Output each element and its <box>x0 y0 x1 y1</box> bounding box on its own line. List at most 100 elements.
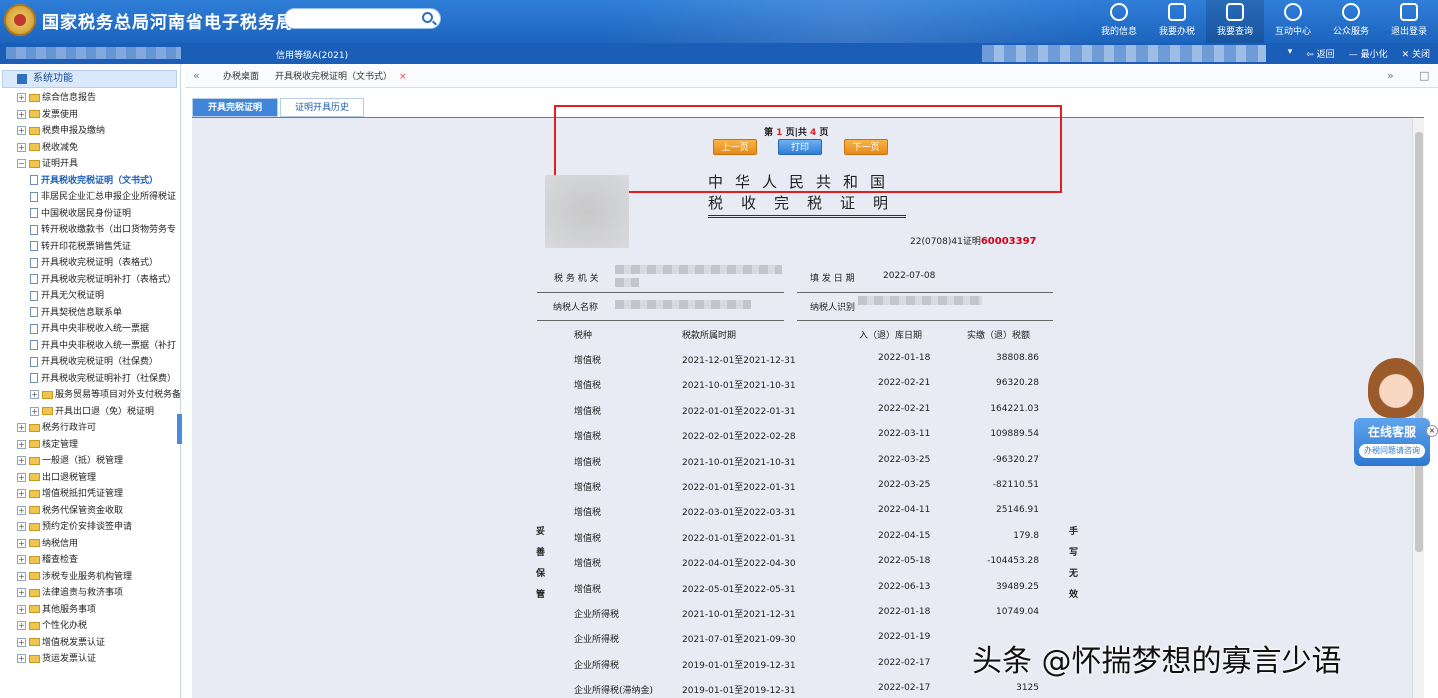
nav-interaction[interactable]: 互动中心 <box>1264 0 1322 43</box>
expand-icon[interactable]: + <box>17 522 26 531</box>
tree-item-folder[interactable]: + 税费申报及缴纳 <box>17 123 105 139</box>
back-button[interactable]: ⇦ 返回 <box>1306 47 1334 60</box>
tree-item-folder[interactable]: + 税收减免 <box>17 140 78 156</box>
tree-item-folder[interactable]: + 涉税专业服务机构管理 <box>17 569 132 585</box>
tree-item-folder[interactable]: + 预约定价安排谈签申请 <box>17 519 132 535</box>
tree-item-document[interactable]: 中国税收居民身份证明 <box>30 206 131 222</box>
scrollbar-thumb[interactable] <box>1415 132 1423 552</box>
tree-item-document[interactable]: 开具税收完税证明（社保费） <box>30 354 158 370</box>
tree-item-folder[interactable]: + 开具出口退（免）税证明 <box>30 404 154 420</box>
tree-item-document[interactable]: 开具税收完税证明（表格式） <box>30 255 158 271</box>
expand-icon[interactable]: + <box>17 538 26 548</box>
tree-item-folder[interactable]: − 证明开具 <box>17 156 78 172</box>
top-nav: 我的信息 我要办税 我要查询 互动中心 公众服务 退出登录 <box>1090 0 1438 43</box>
tree-item-folder[interactable]: + 核定管理 <box>17 437 78 453</box>
tree-item-folder[interactable]: + 其他服务事项 <box>17 602 96 618</box>
nav-query[interactable]: 我要查询 <box>1206 0 1264 43</box>
tree-item-folder[interactable]: + 税务行政许可 <box>17 420 96 436</box>
expand-icon[interactable]: + <box>17 505 26 515</box>
tree-item-folder[interactable]: + 货运发票认证 <box>17 651 96 667</box>
tree-item-folder[interactable]: + 服务贸易等项目对外支付税务备 <box>30 387 180 403</box>
tree-item-folder[interactable]: + 增值税抵扣凭证管理 <box>17 486 123 502</box>
cell-storage-date: 2022-03-25 <box>878 480 931 490</box>
tree-item-folder[interactable]: + 增值税发票认证 <box>17 635 105 651</box>
expand-icon[interactable]: + <box>17 621 26 630</box>
expand-icon[interactable]: + <box>17 439 26 449</box>
expand-icon[interactable]: + <box>30 390 39 399</box>
tree-item-document[interactable]: 非居民企业汇总申报企业所得税证 <box>30 189 176 205</box>
expand-icon[interactable]: + <box>17 555 26 564</box>
tab-scroll-left-icon[interactable]: « <box>193 69 200 82</box>
cell-tax-period: 2019-01-01至2019-12-31 <box>682 686 796 697</box>
tree-item-document[interactable]: 开具中央非税收入统一票据 <box>30 321 149 337</box>
tree-item-label: 非居民企业汇总申报企业所得税证 <box>41 192 177 202</box>
tree-item-document[interactable]: 开具中央非税收入统一票据（补打 <box>30 338 176 354</box>
nav-do-tax[interactable]: 我要办税 <box>1148 0 1206 43</box>
sidebar-collapse-handle[interactable] <box>177 414 182 444</box>
tree-item-document[interactable]: 开具税收完税证明（文书式） <box>30 173 158 189</box>
dropdown-icon[interactable]: ▾ <box>1288 47 1293 60</box>
search-input[interactable] <box>284 8 441 29</box>
close-button[interactable]: ✕ 关闭 <box>1402 47 1430 60</box>
expand-icon[interactable]: + <box>17 423 26 432</box>
window-actions: ▾ ⇦ 返回 — 最小化 ✕ 关闭 <box>1288 47 1430 60</box>
nav-public-service[interactable]: 公众服务 <box>1322 0 1380 43</box>
expand-icon[interactable]: + <box>17 604 26 614</box>
tab-home[interactable]: 办税桌面 <box>223 69 259 82</box>
tree-item-document[interactable]: 转开税收缴款书（出口货物劳务专 <box>30 222 176 238</box>
tab-issue-certificate[interactable]: 开具完税证明 <box>192 98 278 117</box>
tree-item-document[interactable]: 开具契税信息联系单 <box>30 305 122 321</box>
tree-item-document[interactable]: 开具税收完税证明补打（社保费） <box>30 371 176 387</box>
tree-item-folder[interactable]: + 税务代保管资金收取 <box>17 503 123 519</box>
expand-icon[interactable]: + <box>17 126 26 135</box>
expand-icon[interactable]: + <box>17 571 26 581</box>
nav-my-info[interactable]: 我的信息 <box>1090 0 1148 43</box>
tree-item-folder[interactable]: + 综合信息报告 <box>17 90 96 106</box>
tree-item-folder[interactable]: + 一般退（抵）税管理 <box>17 453 123 469</box>
collapse-icon[interactable]: − <box>17 159 26 168</box>
certificate-number: 22(0708)41证明60003397 <box>910 234 1037 247</box>
tree-item-document[interactable]: 开具税收完税证明补打（表格式） <box>30 272 176 288</box>
online-support-widget[interactable]: 在线客服 办税问题请咨询 <box>1354 418 1430 466</box>
tree-item-folder[interactable]: + 稽查检查 <box>17 552 78 568</box>
expand-icon[interactable]: + <box>17 472 26 482</box>
maximize-icon[interactable]: □ <box>1419 69 1429 82</box>
nav-logout[interactable]: 退出登录 <box>1380 0 1438 43</box>
tree-item-folder[interactable]: + 出口退税管理 <box>17 470 96 486</box>
expand-icon[interactable]: + <box>17 489 26 498</box>
folder-icon <box>29 572 40 580</box>
expand-icon[interactable]: + <box>17 588 26 597</box>
expand-icon[interactable]: + <box>17 654 26 663</box>
tab-certificate-history[interactable]: 证明开具历史 <box>280 98 364 117</box>
cell-tax-period: 2022-01-01至2022-01-31 <box>682 406 796 417</box>
tab-current[interactable]: 开具税收完税证明（文书式） × <box>275 69 407 82</box>
support-avatar[interactable] <box>1368 358 1424 418</box>
cell-tax-type: 增值税 <box>574 381 602 392</box>
expand-icon[interactable]: + <box>17 93 26 102</box>
expand-icon[interactable]: + <box>17 456 26 465</box>
cell-amount: -104453.28 <box>987 556 1039 567</box>
tree-item-folder[interactable]: + 纳税信用 <box>17 536 78 552</box>
cell-tax-type: 增值税 <box>574 584 602 595</box>
expand-icon[interactable]: + <box>17 109 26 119</box>
search-icon[interactable] <box>422 12 433 23</box>
tree-item-document[interactable]: 转开印花税票销售凭证 <box>30 239 131 255</box>
expand-icon[interactable]: + <box>17 142 26 152</box>
expand-icon[interactable]: + <box>30 406 39 416</box>
tab-close-icon[interactable]: × <box>399 72 407 82</box>
rule <box>797 320 1053 321</box>
minimize-button[interactable]: — 最小化 <box>1349 47 1388 60</box>
tree-item-document[interactable]: 开具无欠税证明 <box>30 288 104 304</box>
tree-item-label: 中国税收居民身份证明 <box>41 208 132 219</box>
tab-scroll-right-icon[interactable]: » <box>1387 69 1394 82</box>
nav-label: 互动中心 <box>1274 27 1311 37</box>
expand-icon[interactable]: + <box>17 637 26 647</box>
tree-item-label: 开具税收完税证明（文书式） <box>41 175 159 186</box>
user-info-bar: 信用等级A(2021) ▾ ⇦ 返回 — 最小化 ✕ 关闭 <box>0 43 1438 64</box>
tree-item-folder[interactable]: + 个性化办税 <box>17 618 87 634</box>
support-close-icon[interactable]: × <box>1426 425 1438 437</box>
tree-item-folder[interactable]: + 发票使用 <box>17 107 78 123</box>
tree-item-label: 证明开具 <box>42 159 79 169</box>
tree-item-folder[interactable]: + 法律追责与救济事项 <box>17 585 123 601</box>
folder-icon <box>29 126 40 135</box>
